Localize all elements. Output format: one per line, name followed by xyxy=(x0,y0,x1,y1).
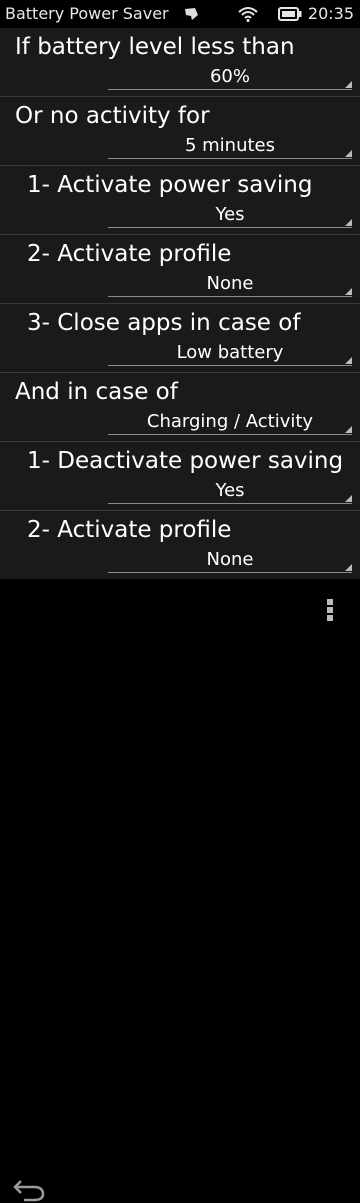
setting-label: 3- Close apps in case of xyxy=(27,310,301,336)
menu-icon[interactable] xyxy=(320,596,340,624)
back-icon[interactable] xyxy=(12,1175,46,1203)
setting-activate-profile[interactable]: 2- Activate profile None xyxy=(0,235,360,304)
setting-value: None xyxy=(206,549,254,570)
setting-label: 2- Activate profile xyxy=(27,517,232,543)
dropdown-arrow-icon xyxy=(345,426,352,433)
setting-value-dropdown[interactable]: Yes xyxy=(108,205,352,228)
setting-value: None xyxy=(206,273,254,294)
status-bar: Battery Power Saver 20:35 xyxy=(0,0,360,28)
wifi-signal-icon xyxy=(238,7,258,22)
clock: 20:35 xyxy=(307,4,354,23)
setting-value: Charging / Activity xyxy=(146,411,314,432)
dropdown-arrow-icon xyxy=(345,81,352,88)
setting-value: 5 minutes xyxy=(184,135,276,156)
setting-label: 1- Deactivate power saving xyxy=(27,448,344,474)
bottom-toolbar xyxy=(0,579,360,1202)
setting-value-dropdown[interactable]: Yes xyxy=(108,481,352,504)
setting-label: 2- Activate profile xyxy=(27,241,232,267)
dropdown-arrow-icon xyxy=(345,288,352,295)
setting-label: Or no activity for xyxy=(15,103,210,129)
dropdown-arrow-icon xyxy=(345,219,352,226)
setting-value-dropdown[interactable]: 60% xyxy=(108,67,352,90)
setting-battery-level[interactable]: If battery level less than 60% xyxy=(0,28,360,97)
menu-dot xyxy=(327,599,333,605)
setting-value-dropdown[interactable]: 5 minutes xyxy=(108,136,352,159)
setting-label: And in case of xyxy=(15,379,178,405)
dropdown-arrow-icon xyxy=(345,564,352,571)
app-title: Battery Power Saver xyxy=(5,4,169,23)
setting-deactivate-power-saving[interactable]: 1- Deactivate power saving Yes xyxy=(0,442,360,511)
setting-value-dropdown[interactable]: Low battery xyxy=(108,343,352,366)
setting-value-dropdown[interactable]: None xyxy=(108,550,352,573)
battery-icon xyxy=(278,7,302,21)
setting-label: If battery level less than xyxy=(15,34,295,60)
setting-value: Yes xyxy=(215,480,245,501)
menu-dot xyxy=(327,607,333,613)
setting-value: 60% xyxy=(209,66,250,87)
setting-value: Yes xyxy=(215,204,245,225)
setting-value: Low battery xyxy=(176,342,284,363)
setting-activate-power-saving[interactable]: 1- Activate power saving Yes xyxy=(0,166,360,235)
settings-list: If battery level less than 60% Or no act… xyxy=(0,28,360,579)
dropdown-arrow-icon xyxy=(345,495,352,502)
setting-value-dropdown[interactable]: Charging / Activity xyxy=(108,412,352,435)
setting-activate-profile-2[interactable]: 2- Activate profile None xyxy=(0,511,360,579)
menu-dot xyxy=(327,615,333,621)
setting-no-activity[interactable]: Or no activity for 5 minutes xyxy=(0,97,360,166)
setting-value-dropdown[interactable]: None xyxy=(108,274,352,297)
notification-icon xyxy=(185,8,198,20)
setting-close-apps[interactable]: 3- Close apps in case of Low battery xyxy=(0,304,360,373)
dropdown-arrow-icon xyxy=(345,150,352,157)
setting-in-case-of[interactable]: And in case of Charging / Activity xyxy=(0,373,360,442)
dropdown-arrow-icon xyxy=(345,357,352,364)
setting-label: 1- Activate power saving xyxy=(27,172,313,198)
